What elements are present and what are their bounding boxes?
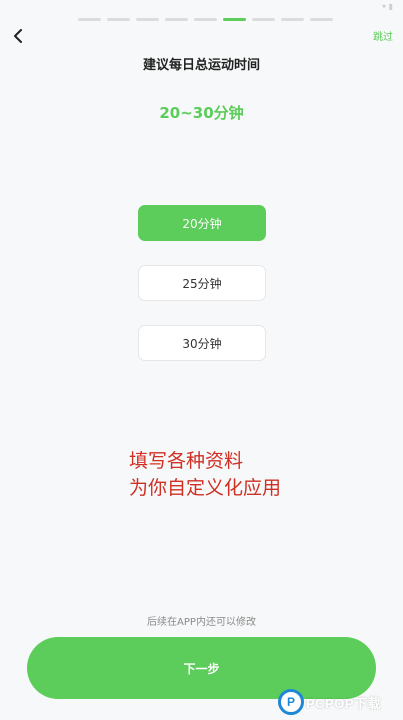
watermark-text-group: PCPOP下载 (306, 693, 381, 712)
progress-segment (136, 18, 159, 21)
signal-icon: ▾ (382, 2, 387, 11)
progress-segment (281, 18, 304, 21)
option-30-minutes[interactable]: 30分钟 (138, 325, 266, 361)
watermark-text: PCPOP下载 (306, 695, 382, 711)
promo-caption: 填写各种资料 为你自定义化应用 (129, 448, 281, 502)
promo-caption-line-1: 填写各种资料 (129, 450, 244, 472)
status-bar: ▾ ▮ (0, 0, 403, 14)
back-button[interactable] (8, 26, 28, 46)
progress-segment (194, 18, 217, 21)
option-25-minutes[interactable]: 25分钟 (138, 265, 266, 301)
progress-segment (310, 18, 333, 21)
battery-icon: ▮ (388, 2, 393, 11)
chevron-left-icon (14, 29, 22, 43)
skip-button[interactable]: 跳过 (373, 28, 393, 43)
modify-later-hint: 后续在APP内还可以修改 (147, 617, 256, 628)
watermark: P PCPOP下载 (278, 684, 403, 720)
status-icons: ▾ ▮ (382, 2, 393, 11)
progress-segment-current (223, 18, 246, 21)
promo-caption-line-2: 为你自定义化应用 (129, 477, 282, 499)
progress-indicator (78, 18, 333, 21)
selected-range-value: 20~30分钟 (159, 104, 244, 122)
progress-segment (165, 18, 188, 21)
progress-segment (252, 18, 275, 21)
progress-segment (78, 18, 101, 21)
option-20-minutes[interactable]: 20分钟 (138, 205, 266, 241)
page-title: 建议每日总运动时间 (142, 58, 260, 73)
pcpop-logo-icon: P (278, 689, 304, 715)
progress-segment (107, 18, 130, 21)
